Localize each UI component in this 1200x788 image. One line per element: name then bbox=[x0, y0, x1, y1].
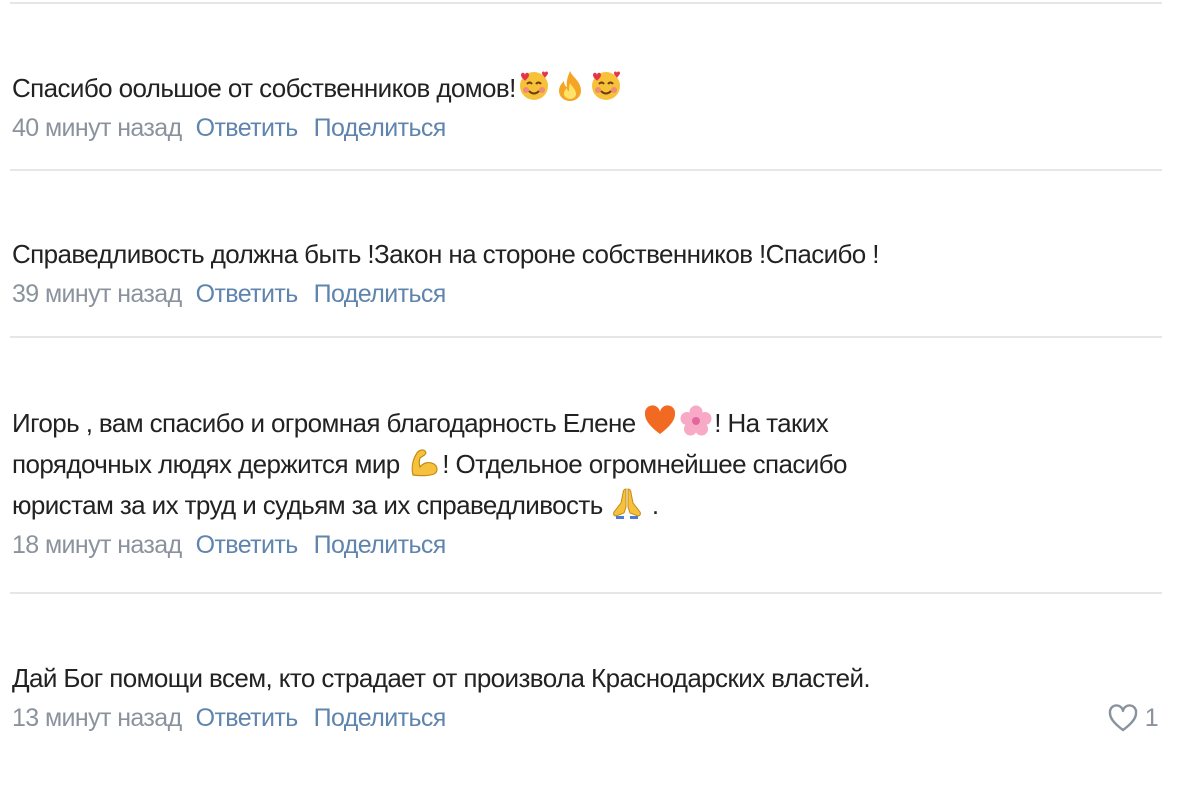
folded-hands-icon bbox=[610, 486, 644, 520]
divider bbox=[10, 592, 1162, 594]
comment-text-part: Спасибо оольшое от собственников домов! bbox=[12, 73, 516, 103]
comment-text-part: Справедливость должна быть !Закон на сто… bbox=[12, 239, 880, 269]
comment-text: Справедливость должна быть !Закон на сто… bbox=[12, 234, 1162, 275]
share-link[interactable]: Поделиться bbox=[314, 531, 447, 559]
comments-feed: Спасибо оольшое от собственников домов! … bbox=[0, 0, 1200, 788]
reply-link[interactable]: Ответить bbox=[196, 531, 299, 559]
comment-text-part: юристам за их труд и судьям за их справе… bbox=[12, 490, 610, 520]
comment-item: Игорь , вам спасибо и огромная благодарн… bbox=[12, 403, 1162, 564]
heart-outline-icon bbox=[1107, 703, 1139, 733]
orange-heart-icon bbox=[643, 404, 677, 438]
flexed-biceps-icon bbox=[407, 445, 441, 479]
share-link[interactable]: Поделиться bbox=[314, 114, 447, 142]
comment-time: 40 минут назад bbox=[12, 114, 182, 142]
share-link[interactable]: Поделиться bbox=[314, 280, 447, 308]
comment-text: Спасибо оольшое от собственников домов! bbox=[12, 68, 1162, 109]
comment-time: 18 минут назад bbox=[12, 531, 182, 559]
comment-item: Спасибо оольшое от собственников домов! … bbox=[12, 68, 1162, 147]
comment-text-line: Игорь , вам спасибо и огромная благодарн… bbox=[12, 403, 1162, 444]
reply-link[interactable]: Ответить bbox=[196, 704, 299, 732]
comment-meta: 40 минут назад Ответить Поделиться bbox=[12, 109, 1162, 147]
reply-link[interactable]: Ответить bbox=[196, 280, 299, 308]
comment-text-part: ! На таких bbox=[714, 408, 829, 438]
divider bbox=[10, 169, 1162, 171]
divider bbox=[10, 2, 1162, 4]
comment-text-part: ! Отдельное огромнейшее спасибо bbox=[442, 449, 847, 479]
like-button[interactable]: 1 bbox=[1107, 699, 1159, 737]
comment-item: Справедливость должна быть !Закон на сто… bbox=[12, 234, 1162, 313]
smiling-face-with-hearts-icon bbox=[589, 69, 623, 103]
cherry-blossom-icon bbox=[679, 404, 713, 438]
comment-text-line: юристам за их труд и судьям за их справе… bbox=[12, 485, 1162, 526]
share-link[interactable]: Поделиться bbox=[314, 704, 447, 732]
comment-text-part: Игорь , вам спасибо и огромная благодарн… bbox=[12, 408, 643, 438]
comment-meta: 39 минут назад Ответить Поделиться bbox=[12, 275, 1162, 313]
comment-meta: 18 минут назад Ответить Поделиться bbox=[12, 526, 1162, 564]
comment-time: 13 минут назад bbox=[12, 704, 182, 732]
reply-link[interactable]: Ответить bbox=[196, 114, 299, 142]
comment-text-part: . bbox=[645, 490, 659, 520]
smiling-face-with-hearts-icon bbox=[517, 69, 551, 103]
comment-text-part: Дай Бог помощи всем, кто страдает от про… bbox=[12, 663, 871, 693]
comment-time: 39 минут назад bbox=[12, 280, 182, 308]
comment-item: Дай Бог помощи всем, кто страдает от про… bbox=[12, 658, 1162, 737]
comment-meta: 13 минут назад Ответить Поделиться 1 bbox=[12, 699, 1162, 737]
fire-icon bbox=[553, 69, 587, 103]
comment-text-line: порядочных людях держится мир ! Отдельно… bbox=[12, 444, 1162, 485]
comment-text: Дай Бог помощи всем, кто страдает от про… bbox=[12, 658, 1162, 699]
like-count: 1 bbox=[1144, 704, 1159, 732]
comment-text-part: порядочных людях держится мир bbox=[12, 449, 407, 479]
divider bbox=[10, 336, 1162, 338]
